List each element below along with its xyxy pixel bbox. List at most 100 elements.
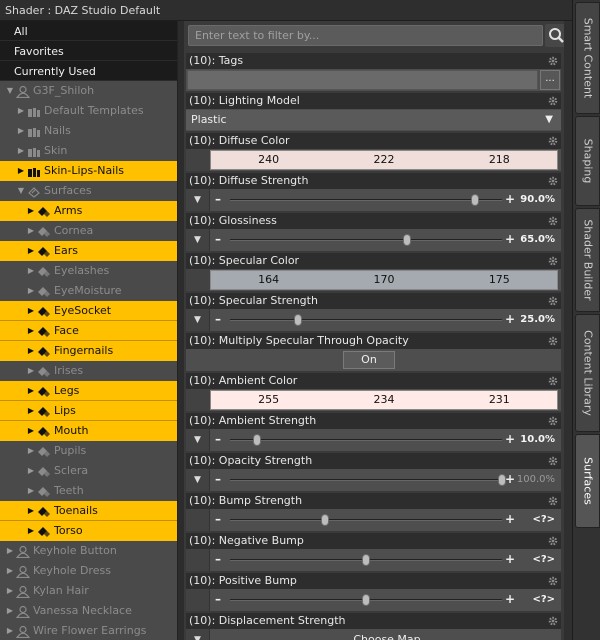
increment-button[interactable]: + <box>505 471 515 487</box>
collapse-arrow-icon[interactable]: ▶ <box>5 601 15 621</box>
slider-value[interactable]: 65.0% <box>520 229 555 251</box>
slider-track[interactable] <box>230 439 502 441</box>
tree-item[interactable]: ▶ EyeMoisture <box>0 281 177 301</box>
map-menu-button[interactable]: ▼ <box>186 189 210 211</box>
decrement-button[interactable]: – <box>215 551 221 567</box>
collapse-arrow-icon[interactable]: ▶ <box>26 201 36 221</box>
increment-button[interactable]: + <box>505 511 515 527</box>
tree-item[interactable]: ▶ Mouth <box>0 421 177 441</box>
image-slot-button[interactable] <box>186 509 210 531</box>
increment-button[interactable]: + <box>505 551 515 567</box>
collapse-arrow-icon[interactable]: ▶ <box>5 581 15 601</box>
gear-icon[interactable] <box>547 295 559 307</box>
map-menu-button[interactable]: ▼ <box>186 229 210 251</box>
decrement-button[interactable]: – <box>215 231 221 247</box>
filter-input[interactable] <box>188 25 543 46</box>
collapse-arrow-icon[interactable]: ▶ <box>26 401 36 421</box>
tree-item[interactable]: ▶ Arms <box>0 201 177 221</box>
tree-item[interactable]: ▶ Kylan Hair <box>0 581 177 601</box>
collapse-arrow-icon[interactable]: ▶ <box>26 421 36 441</box>
collapse-arrow-icon[interactable]: ▶ <box>26 361 36 381</box>
gear-icon[interactable] <box>547 455 559 467</box>
property-scrollbar[interactable] <box>564 21 572 640</box>
collapse-arrow-icon[interactable]: ▶ <box>16 161 26 181</box>
side-tab[interactable]: Surfaces <box>575 434 600 528</box>
map-menu-button[interactable]: ▼ <box>186 309 210 331</box>
collapse-arrow-icon[interactable]: ▶ <box>16 121 26 141</box>
color-value-field[interactable]: 164 170 175 <box>210 270 558 290</box>
slider-track[interactable] <box>230 199 502 201</box>
category-item[interactable]: Favorites <box>0 41 177 61</box>
side-tab[interactable]: Shader Builder <box>575 208 600 312</box>
image-slot-button[interactable] <box>186 549 210 571</box>
slider-thumb[interactable] <box>470 194 479 206</box>
collapse-arrow-icon[interactable]: ▶ <box>26 281 36 301</box>
tree-item[interactable]: ▶ Keyhole Dress <box>0 561 177 581</box>
toggle-button[interactable]: On <box>343 351 395 369</box>
choose-map-button[interactable]: Choose Map <box>216 631 558 640</box>
gear-icon[interactable] <box>547 55 559 67</box>
collapse-arrow-icon[interactable]: ▶ <box>5 541 15 561</box>
slider-value[interactable]: <?> <box>532 509 555 531</box>
slider-thumb[interactable] <box>294 314 302 326</box>
slider-track[interactable] <box>230 519 502 521</box>
slider-value[interactable]: 10.0% <box>520 429 555 451</box>
map-menu-button[interactable]: ▼ <box>186 629 210 640</box>
increment-button[interactable]: + <box>505 231 515 247</box>
slider-value[interactable]: <?> <box>532 549 555 571</box>
lighting-model-select[interactable]: Plastic ▼ <box>186 110 561 130</box>
image-slot-button[interactable] <box>186 589 210 611</box>
slider-value[interactable]: 100.0% <box>517 469 555 491</box>
collapse-arrow-icon[interactable]: ▶ <box>26 221 36 241</box>
slider-thumb[interactable] <box>321 514 330 526</box>
tree-item[interactable]: ▶ Skin-Lips-Nails <box>0 161 177 181</box>
tree-item[interactable]: ▶ Eyelashes <box>0 261 177 281</box>
collapse-arrow-icon[interactable]: ▶ <box>16 141 26 161</box>
tree-item[interactable]: ▶ Nails <box>0 121 177 141</box>
tree-item[interactable]: ▼ G3F_Shiloh <box>0 81 177 101</box>
gear-icon[interactable] <box>547 375 559 387</box>
color-picker-button[interactable] <box>186 149 210 171</box>
tree-item[interactable]: ▶ EyeSocket <box>0 301 177 321</box>
gear-icon[interactable] <box>547 335 559 347</box>
slider-thumb[interactable] <box>402 234 411 246</box>
increment-button[interactable]: + <box>505 311 515 327</box>
collapse-arrow-icon[interactable]: ▶ <box>5 561 15 581</box>
gear-icon[interactable] <box>547 215 559 227</box>
decrement-button[interactable]: – <box>215 311 221 327</box>
collapse-arrow-icon[interactable]: ▶ <box>26 521 36 541</box>
decrement-button[interactable]: – <box>215 471 221 487</box>
slider-thumb[interactable] <box>362 594 370 606</box>
slider-track[interactable] <box>230 239 502 241</box>
side-tab[interactable]: Shaping <box>575 116 600 206</box>
slider-thumb[interactable] <box>253 434 262 446</box>
tree-item[interactable]: ▶ Torso <box>0 521 177 541</box>
decrement-button[interactable]: – <box>215 511 221 527</box>
tree-item[interactable]: ▶ Default Templates <box>0 101 177 121</box>
collapse-arrow-icon[interactable]: ▶ <box>26 501 36 521</box>
tree-item[interactable]: ▶ Irises <box>0 361 177 381</box>
tree-item[interactable]: ▶ Cornea <box>0 221 177 241</box>
category-item[interactable]: All <box>0 21 177 41</box>
collapse-arrow-icon[interactable]: ▶ <box>26 301 36 321</box>
tree-item[interactable]: ▶ Vanessa Necklace <box>0 601 177 621</box>
color-value-field[interactable]: 240 222 218 <box>210 150 558 170</box>
tree-item[interactable]: ▶ Keyhole Button <box>0 541 177 561</box>
category-item[interactable]: Currently Used <box>0 61 177 81</box>
side-tab[interactable]: Content Library <box>575 314 600 432</box>
slider-track[interactable] <box>230 479 502 481</box>
expand-arrow-icon[interactable]: ▼ <box>5 81 15 101</box>
tree-item[interactable]: ▶ Lips <box>0 401 177 421</box>
tree-item[interactable]: ▶ Face <box>0 321 177 341</box>
tree-item[interactable]: ▶ Pupils <box>0 441 177 461</box>
gear-icon[interactable] <box>547 255 559 267</box>
slider-value[interactable]: 90.0% <box>520 189 555 211</box>
color-picker-button[interactable] <box>186 389 210 411</box>
tree-item[interactable]: ▼ Surfaces <box>0 181 177 201</box>
collapse-arrow-icon[interactable]: ▶ <box>26 381 36 401</box>
color-picker-button[interactable] <box>186 269 210 291</box>
collapse-arrow-icon[interactable]: ▶ <box>26 241 36 261</box>
side-tab[interactable]: Smart Content <box>575 2 600 114</box>
tree-item[interactable]: ▶ Fingernails <box>0 341 177 361</box>
increment-button[interactable]: + <box>505 191 515 207</box>
